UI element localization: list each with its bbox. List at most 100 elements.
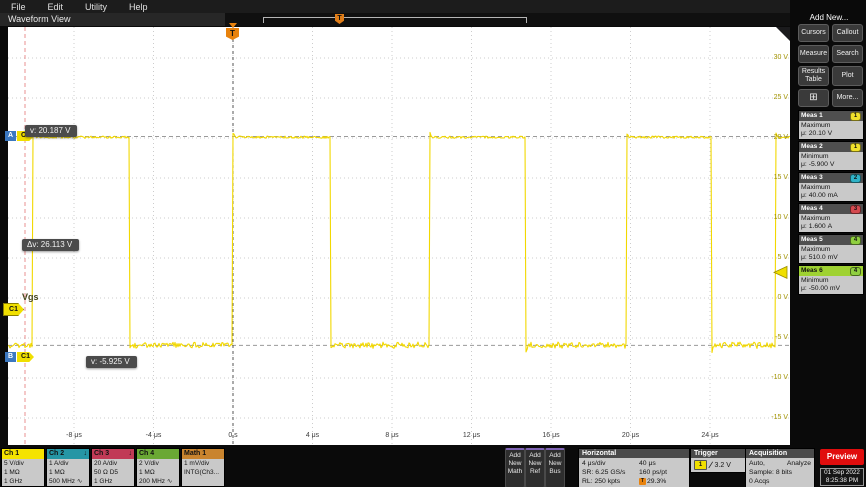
measurement-badge-list: Meas 11Maximumμ: 20.10 VMeas 21Minimumμ:… bbox=[798, 110, 864, 296]
voltage-tick-label: 5 V bbox=[777, 254, 788, 261]
meas-badge-name: Meas 3 bbox=[801, 173, 823, 183]
meas-badge-body: Maximumμ: 1.600 A bbox=[799, 214, 863, 232]
datetime-display[interactable]: 01 Sep 2022 8:25:38 PM bbox=[820, 468, 864, 486]
callout-button[interactable]: Callout bbox=[832, 24, 863, 42]
cursor-a-marker[interactable]: A bbox=[5, 131, 16, 141]
results-table-button[interactable]: Results Table bbox=[798, 66, 829, 86]
voltage-tick-label: 20 V bbox=[774, 134, 788, 141]
channel-badge-ch1[interactable]: Ch 15 V/div1 MΩ1 GHz bbox=[1, 448, 45, 487]
add-new-bus-button[interactable]: AddNewBus bbox=[545, 448, 565, 487]
meas-stat-label: Maximum bbox=[801, 215, 861, 223]
menu-item-file[interactable]: File bbox=[0, 2, 37, 12]
time-tick-label: 24 μs bbox=[701, 432, 718, 439]
menu-item-help[interactable]: Help bbox=[118, 2, 159, 12]
meas-badge-1[interactable]: Meas 11Maximumμ: 20.10 V bbox=[798, 110, 864, 140]
menu-item-edit[interactable]: Edit bbox=[37, 2, 75, 12]
menu-item-utility[interactable]: Utility bbox=[74, 2, 118, 12]
meas-badge-2[interactable]: Meas 21Minimumμ: -5.900 V bbox=[798, 141, 864, 171]
source-chip: 1 bbox=[850, 112, 861, 121]
cursors-button[interactable]: Cursors bbox=[798, 24, 829, 42]
horizontal-row: 4 μs/div40 μs bbox=[582, 459, 686, 468]
acquisition-sample: Sample: 8 bits bbox=[749, 468, 811, 477]
time-tick-label: 16 μs bbox=[542, 432, 559, 439]
meas-stat-label: Maximum bbox=[801, 184, 861, 192]
add-new-label: Add New... bbox=[792, 13, 866, 22]
meas-badge-6[interactable]: Meas 64Minimumμ: -50.00 mV bbox=[798, 265, 864, 295]
tab-bar: Waveform View T bbox=[0, 13, 790, 26]
graticule-corner-handle[interactable] bbox=[776, 27, 790, 41]
plot-button[interactable]: Plot bbox=[832, 66, 863, 86]
add-new-math-button[interactable]: AddNewMath bbox=[505, 448, 525, 487]
preview-button[interactable]: Preview bbox=[820, 449, 864, 465]
meas-badge-body: Maximumμ: 40.00 mA bbox=[799, 183, 863, 201]
acquisition-mode: Auto, bbox=[749, 459, 765, 468]
meas-badge-header: Meas 2 1 bbox=[799, 142, 863, 152]
source-chip: 4 bbox=[850, 267, 861, 276]
cursor-b-marker[interactable]: B bbox=[5, 352, 16, 362]
record-view-window[interactable] bbox=[263, 17, 527, 23]
voltage-tick-label: -15 V bbox=[771, 414, 788, 421]
meas-badge-name: Meas 4 bbox=[801, 204, 823, 214]
channel-badge-ch3[interactable]: Ch 3↓20 A/div50 Ω D51 GHz bbox=[91, 448, 135, 487]
meas-badge-body: Maximumμ: 510.0 mV bbox=[799, 245, 863, 263]
zoom-button[interactable]: ⊞ bbox=[798, 89, 829, 107]
meas-badge-3[interactable]: Meas 3 2Maximumμ: 40.00 mA bbox=[798, 172, 864, 202]
source-chip: 1 bbox=[850, 143, 861, 152]
record-view-ruler[interactable]: T bbox=[225, 13, 790, 26]
waveform-graticule[interactable]: T A C1 B C1 C1 v: 20.187 V Δv: 26.113 V … bbox=[8, 27, 790, 445]
horizontal-value-right: T29.3% bbox=[639, 477, 686, 486]
trigger-badge[interactable]: Trigger 1 ∕ 3.2 V bbox=[690, 448, 750, 473]
acquisition-analyze: Analyze bbox=[787, 459, 811, 468]
add-button-line: Math bbox=[506, 468, 524, 476]
channel-setting: 1 MΩ bbox=[49, 468, 87, 477]
more-button[interactable]: More... bbox=[832, 89, 863, 107]
time-tick-label: 0 s bbox=[228, 432, 237, 439]
meas-badge-5[interactable]: Meas 54Maximumμ: 510.0 mV bbox=[798, 234, 864, 264]
waveform-canvas[interactable] bbox=[8, 27, 790, 445]
horizontal-value-left: 4 μs/div bbox=[582, 459, 639, 468]
horizontal-row: SR: 6.25 GS/s160 ps/pt bbox=[582, 468, 686, 477]
channel-name: Ch 4 bbox=[139, 449, 154, 459]
tab-waveform-view[interactable]: Waveform View bbox=[8, 14, 71, 24]
time-tick-label: 20 μs bbox=[622, 432, 639, 439]
source-chip: 2 bbox=[850, 174, 861, 183]
channel-badge-ch4[interactable]: Ch 42 V/div1 MΩ200 MHz ∿ bbox=[136, 448, 180, 487]
channel-setting: 1 mV/div bbox=[184, 459, 222, 468]
add-button-line: Add bbox=[546, 452, 564, 460]
channel-clipping-arrow-icon: ↓ bbox=[84, 449, 88, 459]
meas-badge-header: Meas 64 bbox=[799, 266, 863, 276]
trigger-position-icon: T bbox=[639, 478, 646, 485]
channel-name: Ch 1 bbox=[4, 449, 19, 459]
meas-badge-4[interactable]: Meas 43Maximumμ: 1.600 A bbox=[798, 203, 864, 233]
add-new-ref-button[interactable]: AddNewRef bbox=[525, 448, 545, 487]
add-button-line: Ref bbox=[526, 468, 544, 476]
trigger-badge-body: 1 ∕ 3.2 V bbox=[691, 458, 749, 472]
bottom-bar: Ch 15 V/div1 MΩ1 GHzCh 2↓1 A/div1 MΩ500 … bbox=[0, 446, 866, 487]
meas-mean-value: μ: 40.00 mA bbox=[801, 192, 861, 200]
meas-stat-label: Maximum bbox=[801, 246, 861, 254]
source-chip: 4 bbox=[850, 236, 861, 245]
meas-badge-header: Meas 43 bbox=[799, 204, 863, 214]
measure-button[interactable]: Measure bbox=[798, 45, 829, 63]
channel-badge-body: 1 A/div1 MΩ500 MHz ∿ bbox=[47, 459, 89, 486]
acquisition-badge[interactable]: Acquisition Auto, Analyze Sample: 8 bits… bbox=[745, 448, 815, 487]
add-button-line: New bbox=[506, 460, 524, 468]
channel-badge-ch2[interactable]: Ch 2↓1 A/div1 MΩ500 MHz ∿ bbox=[46, 448, 90, 487]
meas-badge-name: Meas 2 bbox=[801, 142, 823, 152]
meas-mean-value: μ: -50.00 mV bbox=[801, 285, 861, 293]
voltage-tick-label: 0 V bbox=[777, 294, 788, 301]
cursor-b-readout: v: -5.925 V bbox=[86, 356, 137, 368]
trigger-position-arrow-icon[interactable] bbox=[229, 23, 237, 28]
channel-setting: 20 A/div bbox=[94, 459, 132, 468]
horizontal-badge[interactable]: Horizontal 4 μs/div40 μsSR: 6.25 GS/s160… bbox=[578, 448, 690, 487]
vgs-callout[interactable]: Vgs bbox=[22, 292, 39, 302]
voltage-tick-label: 25 V bbox=[774, 94, 788, 101]
channel-name: Math 1 bbox=[184, 449, 206, 459]
horizontal-value-text: 29.3% bbox=[647, 478, 666, 485]
channel-badge-math1[interactable]: Math 11 mV/divINTG(Ch3... bbox=[181, 448, 225, 487]
horizontal-value-right: 160 ps/pt bbox=[639, 468, 686, 477]
search-button[interactable]: Search bbox=[832, 45, 863, 63]
time-tick-label: 8 μs bbox=[385, 432, 398, 439]
panel-button-grid: CursorsCalloutMeasureSearchResults Table… bbox=[798, 24, 864, 107]
channel-setting: 1 GHz bbox=[4, 477, 42, 486]
